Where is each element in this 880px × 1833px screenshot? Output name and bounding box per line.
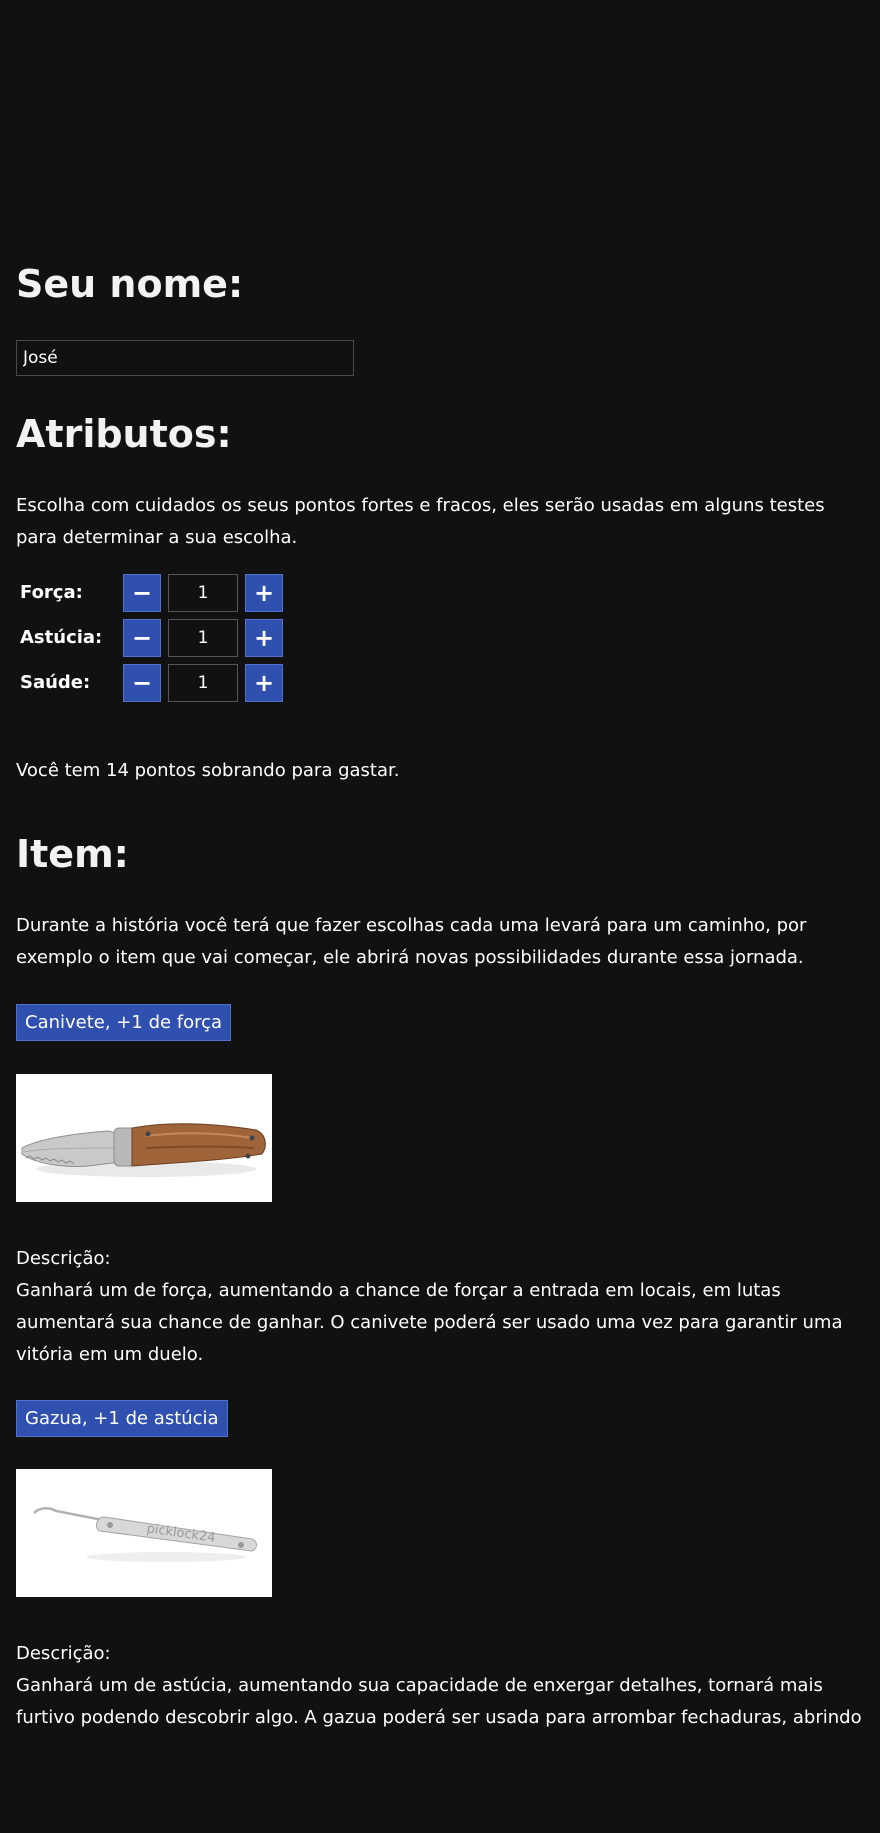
gazua-description-label: Descrição: [16, 1643, 111, 1664]
lock-pick-icon: picklock24 [16, 1469, 272, 1597]
decrement-saude-button[interactable]: − [123, 664, 161, 702]
increment-saude-button[interactable]: + [245, 664, 283, 702]
attribute-row-forca: Força: − + [20, 574, 283, 612]
forca-value-input[interactable] [168, 574, 238, 612]
name-title: Seu nome: [16, 262, 244, 306]
gazua-description: Ganhará um de astúcia, aumentando sua ca… [16, 1675, 862, 1728]
select-canivete-button[interactable]: Canivete, +1 de força [16, 1004, 232, 1041]
increment-forca-button[interactable]: + [245, 574, 283, 612]
lock-pick-image: picklock24 [16, 1469, 272, 1597]
attribute-label: Astúcia: [20, 627, 103, 648]
decrement-astucia-button[interactable]: − [123, 619, 161, 657]
canivete-description: Ganhará um de força, aumentando a chance… [16, 1280, 843, 1365]
select-gazua-button[interactable]: Gazua, +1 de astúcia [16, 1400, 228, 1437]
item-title: Item: [16, 832, 129, 876]
pocket-knife-image [16, 1074, 272, 1202]
decrement-forca-button[interactable]: − [123, 574, 161, 612]
attribute-label: Força: [20, 582, 83, 603]
attributes-description: Escolha com cuidados os seus pontos fort… [16, 495, 825, 548]
points-remaining-text: Você tem 14 pontos sobrando para gastar. [16, 760, 400, 781]
canivete-description-label: Descrição: [16, 1248, 111, 1269]
attribute-row-saude: Saúde: − + [20, 664, 283, 702]
astucia-value-input[interactable] [168, 619, 238, 657]
name-input[interactable] [16, 340, 354, 376]
attributes-title: Atributos: [16, 412, 232, 456]
saude-value-input[interactable] [168, 664, 238, 702]
increment-astucia-button[interactable]: + [245, 619, 283, 657]
attribute-label: Saúde: [20, 672, 91, 693]
pocket-knife-icon [16, 1074, 272, 1202]
attribute-row-astucia: Astúcia: − + [20, 619, 283, 657]
item-description: Durante a história você terá que fazer e… [16, 915, 807, 968]
